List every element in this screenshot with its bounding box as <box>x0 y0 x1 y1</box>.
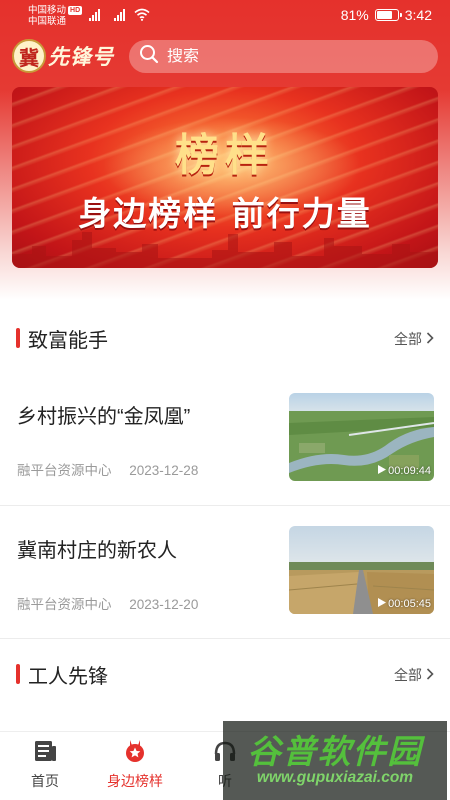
battery-icon <box>374 9 402 21</box>
newspaper-icon <box>32 741 58 768</box>
nav-home[interactable]: 首页 <box>0 738 90 791</box>
medal-star-icon <box>122 740 148 768</box>
chevron-right-icon <box>426 667 434 683</box>
nav-label: 首页 <box>31 773 59 789</box>
video-thumbnail[interactable]: 00:05:45 <box>289 526 434 614</box>
view-all-button[interactable]: 全部 <box>394 329 434 349</box>
article-date: 2023-12-28 <box>129 463 199 478</box>
video-duration: 00:09:44 <box>378 465 431 477</box>
clock: 3:42 <box>404 7 432 23</box>
play-icon <box>378 465 387 477</box>
hd-badge: HD <box>68 6 83 15</box>
article-title: 冀南村庄的新农人 <box>17 540 177 562</box>
article-meta: 融平台资源中心 2023-12-20 <box>17 593 198 613</box>
status-right: 81% 3:42 <box>341 7 432 23</box>
section-title: 致富能手 <box>28 330 108 352</box>
nav-role-models[interactable]: 身边榜样 <box>90 738 180 791</box>
section-accent-bar <box>16 664 20 684</box>
watermark: 谷普软件园 www.gupuxiazai.com <box>223 721 447 800</box>
section-header: 致富能手 全部 <box>0 323 450 353</box>
banner-title: 榜样 <box>175 130 275 181</box>
watermark-title: 谷普软件园 <box>247 733 423 770</box>
list-divider <box>0 638 450 639</box>
section-accent-bar <box>16 328 20 348</box>
carrier-2-label: 中国联通 <box>28 16 67 27</box>
nav-label: 身边榜样 <box>107 773 163 789</box>
battery-percent: 81% <box>340 7 369 23</box>
duration-label: 00:09:44 <box>388 465 431 477</box>
section-header: 工人先锋 全部 <box>0 659 450 689</box>
logo-seal: 冀 <box>12 39 46 73</box>
view-all-label: 全部 <box>394 667 422 683</box>
signal-icon <box>114 9 128 21</box>
carrier-info: 中国移动 HD 中国联通 <box>28 5 83 27</box>
article-meta: 融平台资源中心 2023-12-28 <box>17 459 198 479</box>
chevron-right-icon <box>426 331 434 347</box>
list-divider <box>0 505 450 506</box>
status-bar: 中国移动 HD 中国联通 81% 3:42 <box>0 0 450 32</box>
article-source: 融平台资源中心 <box>17 463 112 478</box>
banner-subtitle: 身边榜样 前行力量 <box>78 194 372 233</box>
carrier-1-label: 中国移动 <box>28 5 67 16</box>
signal-icon <box>89 9 103 21</box>
logo-text: 先锋号 <box>48 44 114 69</box>
article-title: 乡村振兴的“金凤凰” <box>17 406 191 428</box>
search-bar[interactable] <box>129 40 438 73</box>
battery-fill <box>376 11 393 19</box>
view-all-label: 全部 <box>394 331 422 347</box>
view-all-button[interactable]: 全部 <box>394 665 434 685</box>
article-source: 融平台资源中心 <box>17 597 112 612</box>
search-input[interactable] <box>167 47 407 66</box>
video-thumbnail[interactable]: 00:09:44 <box>289 393 434 481</box>
banner[interactable]: 榜样 身边榜样 前行力量 <box>12 87 438 268</box>
video-duration: 00:05:45 <box>378 598 431 610</box>
wifi-icon <box>134 8 150 21</box>
watermark-url: www.gupuxiazai.com <box>256 769 414 786</box>
search-icon <box>139 44 159 69</box>
section-title: 工人先锋 <box>28 666 108 688</box>
play-icon <box>378 598 387 610</box>
duration-label: 00:05:45 <box>388 598 431 610</box>
article-date: 2023-12-20 <box>129 597 199 612</box>
app-logo[interactable]: 冀 先锋号 <box>12 39 114 73</box>
